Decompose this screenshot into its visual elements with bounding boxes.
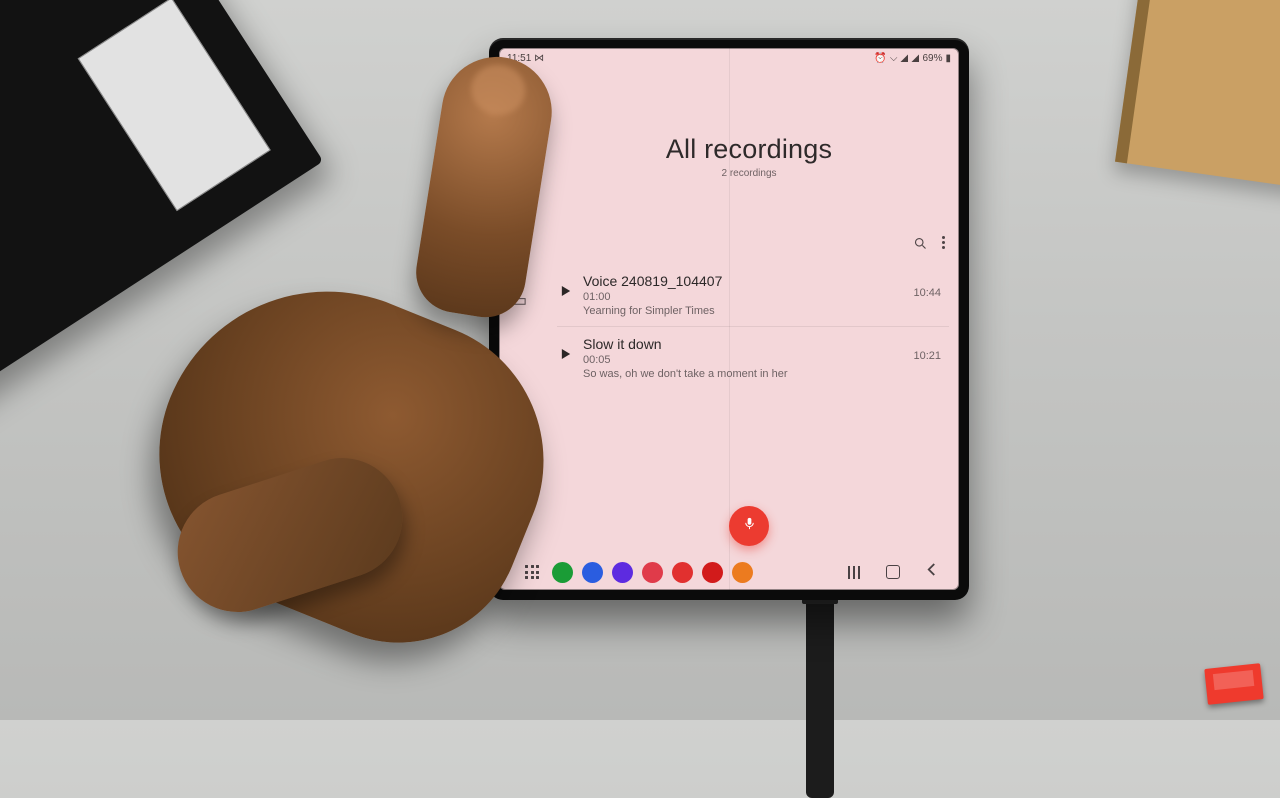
- dock-app-5[interactable]: [672, 562, 693, 583]
- signal-icon-1: [900, 54, 908, 62]
- folder-outline-icon: [512, 293, 527, 313]
- sidebar-item-folder-2[interactable]: [511, 295, 527, 311]
- recording-row[interactable]: Slow it down 00:05 So was, oh we don't t…: [557, 327, 949, 389]
- play-button[interactable]: [561, 336, 583, 365]
- play-icon: [561, 347, 571, 364]
- recording-row[interactable]: Voice 240819_104407 01:00 Yearning for S…: [557, 264, 949, 327]
- recordings-list: Voice 240819_104407 01:00 Yearning for S…: [557, 264, 949, 389]
- wood-block: [1115, 0, 1280, 188]
- mic-icon: [512, 164, 527, 184]
- recording-duration: 00:05: [583, 354, 913, 366]
- dock-app-7[interactable]: [732, 562, 753, 583]
- sidebar-divider: [510, 238, 528, 239]
- status-time: 11:51: [507, 53, 531, 64]
- status-bar: 11:51 ⋈ ⏰ ⌵ 69% ▮: [499, 48, 959, 67]
- play-icon: [561, 284, 571, 301]
- chevron-left-icon: [926, 563, 937, 580]
- page-title: All recordings: [539, 134, 959, 165]
- product-box: [0, 0, 323, 445]
- page-subtitle: 2 recordings: [539, 168, 959, 179]
- search-button[interactable]: [913, 236, 928, 256]
- search-icon: [913, 238, 928, 255]
- mic-icon: [742, 516, 757, 536]
- nav-recents-button[interactable]: [848, 566, 860, 579]
- app-drawer-button[interactable]: [525, 565, 539, 579]
- wifi-icon: ⌵: [890, 53, 898, 64]
- dock-app-1[interactable]: [552, 562, 573, 583]
- recording-summary: Yearning for Simpler Times: [583, 305, 913, 317]
- dock-app-3[interactable]: [612, 562, 633, 583]
- channel-watermark: [1204, 663, 1263, 705]
- recording-duration: 01:00: [583, 291, 913, 303]
- alarm-icon: ⏰: [874, 53, 886, 64]
- trash-icon: [512, 200, 527, 220]
- battery-icon: ▮: [945, 53, 951, 64]
- folder-icon: [512, 257, 527, 277]
- play-button[interactable]: [561, 273, 583, 302]
- signal-icon-2: [911, 54, 919, 62]
- dock: [552, 562, 753, 583]
- more-options-button[interactable]: [942, 236, 945, 256]
- recording-summary: So was, oh we don't take a moment in her: [583, 368, 913, 380]
- dock-app-4[interactable]: [642, 562, 663, 583]
- device-screen: 11:51 ⋈ ⏰ ⌵ 69% ▮: [499, 48, 959, 590]
- dock-app-2[interactable]: [582, 562, 603, 583]
- sidebar-item-voice[interactable]: [511, 166, 527, 182]
- nav-back-button[interactable]: [926, 563, 937, 581]
- recording-time: 10:44: [913, 273, 945, 299]
- sidebar-item-trash[interactable]: [511, 202, 527, 218]
- battery-text: 69%: [922, 53, 942, 64]
- tablet-device: 11:51 ⋈ ⏰ ⌵ 69% ▮: [489, 38, 969, 600]
- recording-name: Voice 240819_104407: [583, 273, 913, 289]
- sidebar-item-folder-1[interactable]: [511, 259, 527, 275]
- nav-home-button[interactable]: [886, 565, 900, 579]
- recording-time: 10:21: [913, 336, 945, 362]
- recording-name: Slow it down: [583, 336, 913, 352]
- status-glyph: ⋈: [534, 53, 544, 64]
- dock-app-6[interactable]: [702, 562, 723, 583]
- waveform-icon: [512, 122, 527, 142]
- record-button[interactable]: [729, 506, 769, 546]
- sidebar-item-all[interactable]: [505, 118, 533, 146]
- taskbar: [499, 554, 959, 590]
- usb-cable: [806, 598, 834, 798]
- category-sidebar: [499, 118, 539, 311]
